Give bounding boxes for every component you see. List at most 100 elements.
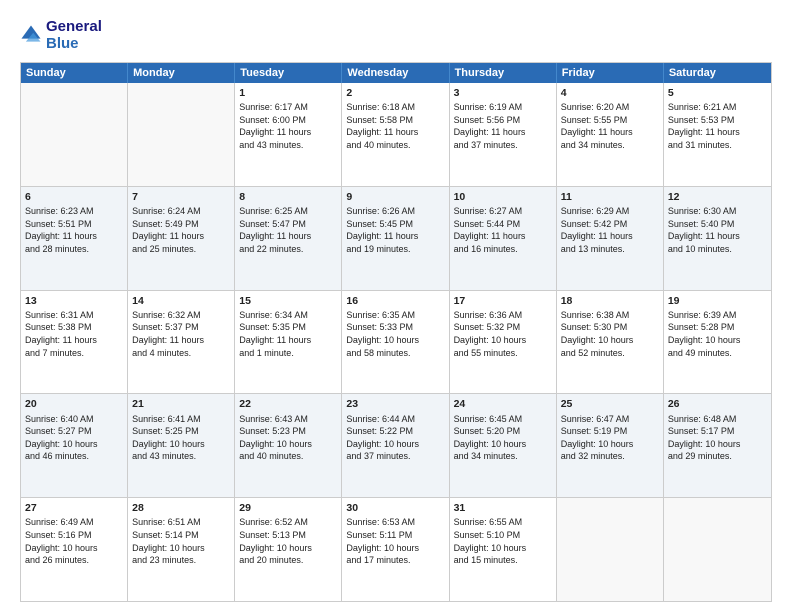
calendar-cell: 8Sunrise: 6:25 AM Sunset: 5:47 PM Daylig… xyxy=(235,187,342,290)
calendar-cell: 12Sunrise: 6:30 AM Sunset: 5:40 PM Dayli… xyxy=(664,187,771,290)
day-info: Sunrise: 6:34 AM Sunset: 5:35 PM Dayligh… xyxy=(239,309,337,359)
day-info: Sunrise: 6:49 AM Sunset: 5:16 PM Dayligh… xyxy=(25,516,123,566)
day-number: 9 xyxy=(346,190,444,204)
day-info: Sunrise: 6:53 AM Sunset: 5:11 PM Dayligh… xyxy=(346,516,444,566)
calendar-cell: 27Sunrise: 6:49 AM Sunset: 5:16 PM Dayli… xyxy=(21,498,128,601)
logo-text: General Blue xyxy=(46,18,102,52)
calendar-header-row: SundayMondayTuesdayWednesdayThursdayFrid… xyxy=(21,63,771,83)
calendar-cell: 6Sunrise: 6:23 AM Sunset: 5:51 PM Daylig… xyxy=(21,187,128,290)
calendar-header-cell: Monday xyxy=(128,63,235,83)
day-number: 14 xyxy=(132,294,230,308)
header: General Blue xyxy=(20,18,772,52)
day-number: 3 xyxy=(454,86,552,100)
calendar-cell: 19Sunrise: 6:39 AM Sunset: 5:28 PM Dayli… xyxy=(664,291,771,394)
day-number: 16 xyxy=(346,294,444,308)
calendar-cell: 24Sunrise: 6:45 AM Sunset: 5:20 PM Dayli… xyxy=(450,394,557,497)
logo-icon xyxy=(20,24,42,46)
day-number: 11 xyxy=(561,190,659,204)
calendar-row: 6Sunrise: 6:23 AM Sunset: 5:51 PM Daylig… xyxy=(21,187,771,291)
day-info: Sunrise: 6:32 AM Sunset: 5:37 PM Dayligh… xyxy=(132,309,230,359)
day-info: Sunrise: 6:23 AM Sunset: 5:51 PM Dayligh… xyxy=(25,205,123,255)
calendar-cell: 4Sunrise: 6:20 AM Sunset: 5:55 PM Daylig… xyxy=(557,83,664,186)
day-number: 7 xyxy=(132,190,230,204)
day-number: 21 xyxy=(132,397,230,411)
calendar-cell xyxy=(664,498,771,601)
calendar-cell: 17Sunrise: 6:36 AM Sunset: 5:32 PM Dayli… xyxy=(450,291,557,394)
day-number: 19 xyxy=(668,294,767,308)
day-info: Sunrise: 6:20 AM Sunset: 5:55 PM Dayligh… xyxy=(561,101,659,151)
calendar-cell: 29Sunrise: 6:52 AM Sunset: 5:13 PM Dayli… xyxy=(235,498,342,601)
day-number: 30 xyxy=(346,501,444,515)
calendar-row: 20Sunrise: 6:40 AM Sunset: 5:27 PM Dayli… xyxy=(21,394,771,498)
day-info: Sunrise: 6:52 AM Sunset: 5:13 PM Dayligh… xyxy=(239,516,337,566)
calendar-cell: 28Sunrise: 6:51 AM Sunset: 5:14 PM Dayli… xyxy=(128,498,235,601)
calendar-row: 1Sunrise: 6:17 AM Sunset: 6:00 PM Daylig… xyxy=(21,83,771,187)
day-number: 5 xyxy=(668,86,767,100)
calendar-cell xyxy=(21,83,128,186)
calendar-body: 1Sunrise: 6:17 AM Sunset: 6:00 PM Daylig… xyxy=(21,83,771,601)
day-number: 12 xyxy=(668,190,767,204)
calendar-cell: 7Sunrise: 6:24 AM Sunset: 5:49 PM Daylig… xyxy=(128,187,235,290)
day-info: Sunrise: 6:24 AM Sunset: 5:49 PM Dayligh… xyxy=(132,205,230,255)
day-number: 23 xyxy=(346,397,444,411)
day-info: Sunrise: 6:31 AM Sunset: 5:38 PM Dayligh… xyxy=(25,309,123,359)
day-info: Sunrise: 6:35 AM Sunset: 5:33 PM Dayligh… xyxy=(346,309,444,359)
calendar-cell: 15Sunrise: 6:34 AM Sunset: 5:35 PM Dayli… xyxy=(235,291,342,394)
page: General Blue SundayMondayTuesdayWednesda… xyxy=(0,0,792,612)
day-number: 6 xyxy=(25,190,123,204)
calendar-cell: 23 Sunrise: 6:44 AM Sunset: 5:22 PM Dayli… xyxy=(342,394,449,497)
day-number: 26 xyxy=(668,397,767,411)
calendar-cell: 31Sunrise: 6:55 AM Sunset: 5:10 PM Dayli… xyxy=(450,498,557,601)
calendar-cell: 3Sunrise: 6:19 AM Sunset: 5:56 PM Daylig… xyxy=(450,83,557,186)
day-info: Sunrise: 6:26 AM Sunset: 5:45 PM Dayligh… xyxy=(346,205,444,255)
day-number: 15 xyxy=(239,294,337,308)
calendar-cell: 9Sunrise: 6:26 AM Sunset: 5:45 PM Daylig… xyxy=(342,187,449,290)
day-info: Sunrise: 6:41 AM Sunset: 5:25 PM Dayligh… xyxy=(132,413,230,463)
calendar-header-cell: Thursday xyxy=(450,63,557,83)
day-info: Sunrise: 6:38 AM Sunset: 5:30 PM Dayligh… xyxy=(561,309,659,359)
day-number: 4 xyxy=(561,86,659,100)
day-number: 28 xyxy=(132,501,230,515)
calendar-cell: 20Sunrise: 6:40 AM Sunset: 5:27 PM Dayli… xyxy=(21,394,128,497)
logo: General Blue xyxy=(20,18,102,52)
day-info: Sunrise: 6:48 AM Sunset: 5:17 PM Dayligh… xyxy=(668,413,767,463)
day-info: Sunrise: 6:47 AM Sunset: 5:19 PM Dayligh… xyxy=(561,413,659,463)
calendar-cell: 22Sunrise: 6:43 AM Sunset: 5:23 PM Dayli… xyxy=(235,394,342,497)
calendar-row: 13Sunrise: 6:31 AM Sunset: 5:38 PM Dayli… xyxy=(21,291,771,395)
day-number: 1 xyxy=(239,86,337,100)
day-number: 13 xyxy=(25,294,123,308)
calendar-cell: 10Sunrise: 6:27 AM Sunset: 5:44 PM Dayli… xyxy=(450,187,557,290)
calendar-header-cell: Wednesday xyxy=(342,63,449,83)
day-info: Sunrise: 6:55 AM Sunset: 5:10 PM Dayligh… xyxy=(454,516,552,566)
calendar-row: 27Sunrise: 6:49 AM Sunset: 5:16 PM Dayli… xyxy=(21,498,771,601)
calendar-cell: 2Sunrise: 6:18 AM Sunset: 5:58 PM Daylig… xyxy=(342,83,449,186)
day-info: Sunrise: 6:44 AM Sunset: 5:22 PM Dayligh… xyxy=(346,413,444,463)
day-info: Sunrise: 6:17 AM Sunset: 6:00 PM Dayligh… xyxy=(239,101,337,151)
calendar-cell: 30Sunrise: 6:53 AM Sunset: 5:11 PM Dayli… xyxy=(342,498,449,601)
calendar-cell: 25 Sunrise: 6:47 AM Sunset: 5:19 PM Dayli… xyxy=(557,394,664,497)
day-number: 20 xyxy=(25,397,123,411)
day-number: 18 xyxy=(561,294,659,308)
calendar-header-cell: Friday xyxy=(557,63,664,83)
calendar-cell: 11Sunrise: 6:29 AM Sunset: 5:42 PM Dayli… xyxy=(557,187,664,290)
calendar-cell: 13Sunrise: 6:31 AM Sunset: 5:38 PM Dayli… xyxy=(21,291,128,394)
day-info: Sunrise: 6:45 AM Sunset: 5:20 PM Dayligh… xyxy=(454,413,552,463)
calendar-cell: 14Sunrise: 6:32 AM Sunset: 5:37 PM Dayli… xyxy=(128,291,235,394)
day-info: Sunrise: 6:18 AM Sunset: 5:58 PM Dayligh… xyxy=(346,101,444,151)
day-info: Sunrise: 6:51 AM Sunset: 5:14 PM Dayligh… xyxy=(132,516,230,566)
calendar-cell: 5Sunrise: 6:21 AM Sunset: 5:53 PM Daylig… xyxy=(664,83,771,186)
day-info: Sunrise: 6:27 AM Sunset: 5:44 PM Dayligh… xyxy=(454,205,552,255)
day-number: 27 xyxy=(25,501,123,515)
calendar-cell: 18Sunrise: 6:38 AM Sunset: 5:30 PM Dayli… xyxy=(557,291,664,394)
calendar-header-cell: Tuesday xyxy=(235,63,342,83)
day-info: Sunrise: 6:39 AM Sunset: 5:28 PM Dayligh… xyxy=(668,309,767,359)
calendar-cell xyxy=(557,498,664,601)
day-info: Sunrise: 6:30 AM Sunset: 5:40 PM Dayligh… xyxy=(668,205,767,255)
day-info: Sunrise: 6:29 AM Sunset: 5:42 PM Dayligh… xyxy=(561,205,659,255)
calendar-cell: 1Sunrise: 6:17 AM Sunset: 6:00 PM Daylig… xyxy=(235,83,342,186)
day-info: Sunrise: 6:43 AM Sunset: 5:23 PM Dayligh… xyxy=(239,413,337,463)
day-number: 8 xyxy=(239,190,337,204)
day-info: Sunrise: 6:21 AM Sunset: 5:53 PM Dayligh… xyxy=(668,101,767,151)
day-number: 25 xyxy=(561,397,659,411)
calendar-header-cell: Sunday xyxy=(21,63,128,83)
